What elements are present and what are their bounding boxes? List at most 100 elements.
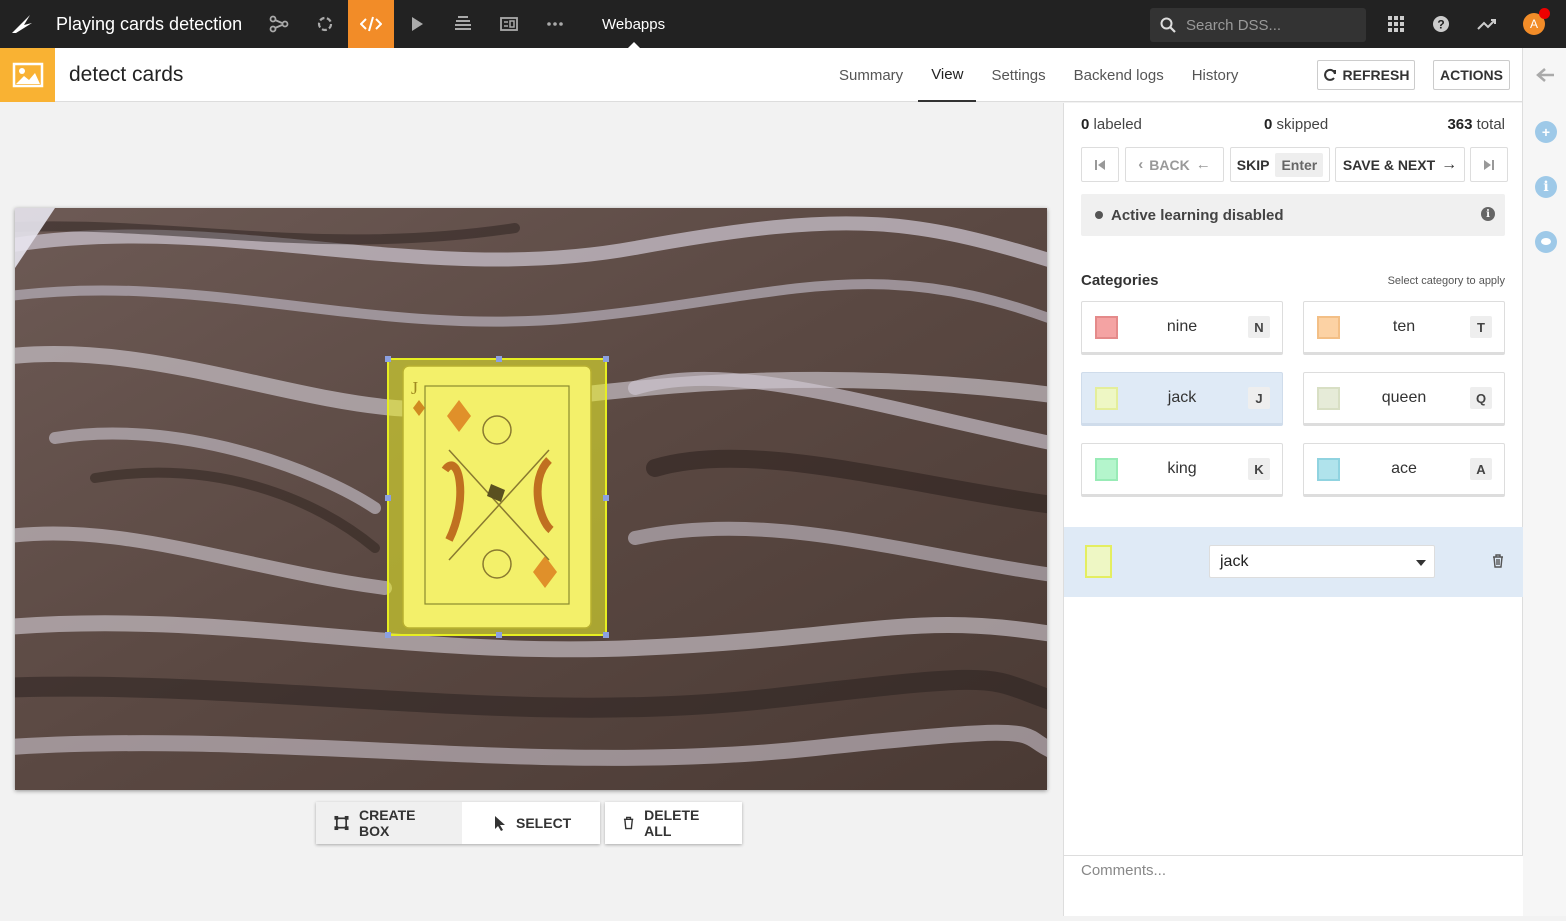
first-button[interactable] xyxy=(1081,147,1119,182)
info-icon[interactable]: i xyxy=(1481,207,1495,221)
resize-handle[interactable] xyxy=(385,632,391,638)
apps-grid-icon[interactable] xyxy=(1373,0,1419,48)
comments-field[interactable] xyxy=(1064,856,1523,916)
category-nine[interactable]: nine N xyxy=(1081,301,1283,355)
resize-handle[interactable] xyxy=(385,495,391,501)
create-box-label: CREATE BOX xyxy=(358,807,416,839)
run-icon[interactable] xyxy=(394,0,440,48)
create-box-button[interactable]: CREATE BOX xyxy=(316,802,462,844)
trash-icon xyxy=(623,816,634,830)
info-icon[interactable]: i xyxy=(1535,176,1557,198)
status-dot xyxy=(1095,211,1103,219)
skip-to-start-icon xyxy=(1095,159,1105,170)
top-navbar: Playing cards detection Webapps ? A xyxy=(0,0,1566,48)
tab-history[interactable]: History xyxy=(1179,48,1252,102)
collapse-arrow-icon[interactable] xyxy=(1536,67,1556,88)
total-count: 363 total xyxy=(1447,116,1505,133)
category-color-swatch xyxy=(1095,316,1118,339)
active-learning-text: Active learning disabled xyxy=(1111,206,1284,224)
annotation-row[interactable]: jack xyxy=(1064,527,1523,597)
help-icon[interactable]: ? xyxy=(1418,0,1464,48)
cycle-icon[interactable] xyxy=(302,0,348,48)
tab-summary[interactable]: Summary xyxy=(826,48,916,102)
refresh-label: REFRESH xyxy=(1342,67,1410,83)
search-box[interactable] xyxy=(1150,8,1366,42)
resize-handle[interactable] xyxy=(496,632,502,638)
more-icon[interactable] xyxy=(532,0,578,48)
refresh-button[interactable]: REFRESH xyxy=(1317,60,1415,90)
skip-shortcut: Enter xyxy=(1275,152,1324,177)
svg-text:?: ? xyxy=(1437,18,1444,32)
skip-button[interactable]: SKIP Enter xyxy=(1230,147,1330,182)
annotation-color-swatch xyxy=(1085,545,1112,578)
skipped-count: 0 skipped xyxy=(1264,116,1329,133)
resize-handle[interactable] xyxy=(496,356,502,362)
resize-handle[interactable] xyxy=(385,356,391,362)
dashboard-icon[interactable] xyxy=(486,0,532,48)
active-learning-status: Active learning disabled i xyxy=(1081,194,1505,236)
search-input[interactable] xyxy=(1186,16,1346,34)
page-title: detect cards xyxy=(69,62,184,86)
tab-backend-logs[interactable]: Backend logs xyxy=(1061,48,1177,102)
add-icon[interactable]: + xyxy=(1535,121,1557,143)
category-color-swatch xyxy=(1317,387,1340,410)
dss-logo-icon[interactable] xyxy=(0,0,44,48)
refresh-icon xyxy=(1323,68,1336,81)
image-canvas-area: J CREATE BOX SELECT DELETE ALL xyxy=(0,103,1062,916)
category-queen[interactable]: queen Q xyxy=(1303,372,1505,426)
resize-handle[interactable] xyxy=(603,495,609,501)
back-button[interactable]: ‹ BACK ← xyxy=(1125,147,1224,182)
select-button[interactable]: SELECT xyxy=(462,802,600,844)
category-shortcut: Q xyxy=(1470,387,1492,409)
tab-view[interactable]: View xyxy=(918,48,977,102)
flow-icon[interactable] xyxy=(256,0,302,48)
save-next-label: SAVE & NEXT xyxy=(1342,156,1436,173)
category-label: nine xyxy=(1166,318,1198,335)
category-shortcut: K xyxy=(1248,458,1270,480)
resize-handle[interactable] xyxy=(603,632,609,638)
code-icon[interactable] xyxy=(348,0,394,48)
search-icon xyxy=(1160,17,1176,33)
category-shortcut: T xyxy=(1470,316,1492,338)
labeling-image[interactable]: J xyxy=(15,208,1047,790)
current-section-label[interactable]: Webapps xyxy=(602,0,665,48)
stack-icon[interactable] xyxy=(440,0,486,48)
category-label: ten xyxy=(1392,318,1416,335)
selected-category: jack xyxy=(1220,552,1249,570)
avatar-initial: A xyxy=(1529,17,1538,31)
category-label: jack xyxy=(1167,389,1197,406)
resize-handle[interactable] xyxy=(603,356,609,362)
annotation-category-select[interactable]: jack xyxy=(1209,545,1435,578)
category-ten[interactable]: ten T xyxy=(1303,301,1505,355)
skip-to-end-icon xyxy=(1484,159,1494,170)
select-label: SELECT xyxy=(516,815,572,831)
category-color-swatch xyxy=(1095,387,1118,410)
project-title[interactable]: Playing cards detection xyxy=(56,14,256,35)
cursor-icon xyxy=(495,816,505,831)
last-button[interactable] xyxy=(1470,147,1508,182)
category-color-swatch xyxy=(1317,316,1340,339)
category-king[interactable]: king K xyxy=(1081,443,1283,497)
category-jack[interactable]: jack J xyxy=(1081,372,1283,426)
category-ace[interactable]: ace A xyxy=(1303,443,1505,497)
discussion-icon[interactable] xyxy=(1535,231,1557,253)
save-next-button[interactable]: SAVE & NEXT → xyxy=(1335,147,1465,182)
bounding-box[interactable]: J xyxy=(385,356,609,638)
tab-bar: Summary View Settings Backend logs Histo… xyxy=(826,48,1253,102)
delete-annotation-icon[interactable] xyxy=(1492,554,1504,573)
delete-all-label: DELETE ALL xyxy=(644,807,700,839)
activity-icon[interactable] xyxy=(1464,0,1510,48)
user-avatar[interactable]: A xyxy=(1511,0,1557,48)
caret-down-icon xyxy=(1416,560,1426,566)
left-arrow-icon: ← xyxy=(1195,156,1211,173)
delete-toolbar: DELETE ALL xyxy=(605,802,742,844)
actions-button[interactable]: ACTIONS xyxy=(1433,60,1510,90)
notification-dot xyxy=(1539,8,1550,19)
category-label: queen xyxy=(1381,389,1427,406)
tab-settings[interactable]: Settings xyxy=(978,48,1058,102)
actions-label: ACTIONS xyxy=(1440,67,1503,83)
labeled-count: 0 labeled xyxy=(1081,116,1142,133)
category-shortcut: N xyxy=(1248,316,1270,338)
delete-all-button[interactable]: DELETE ALL xyxy=(605,802,742,844)
right-rail: + i xyxy=(1522,48,1566,916)
